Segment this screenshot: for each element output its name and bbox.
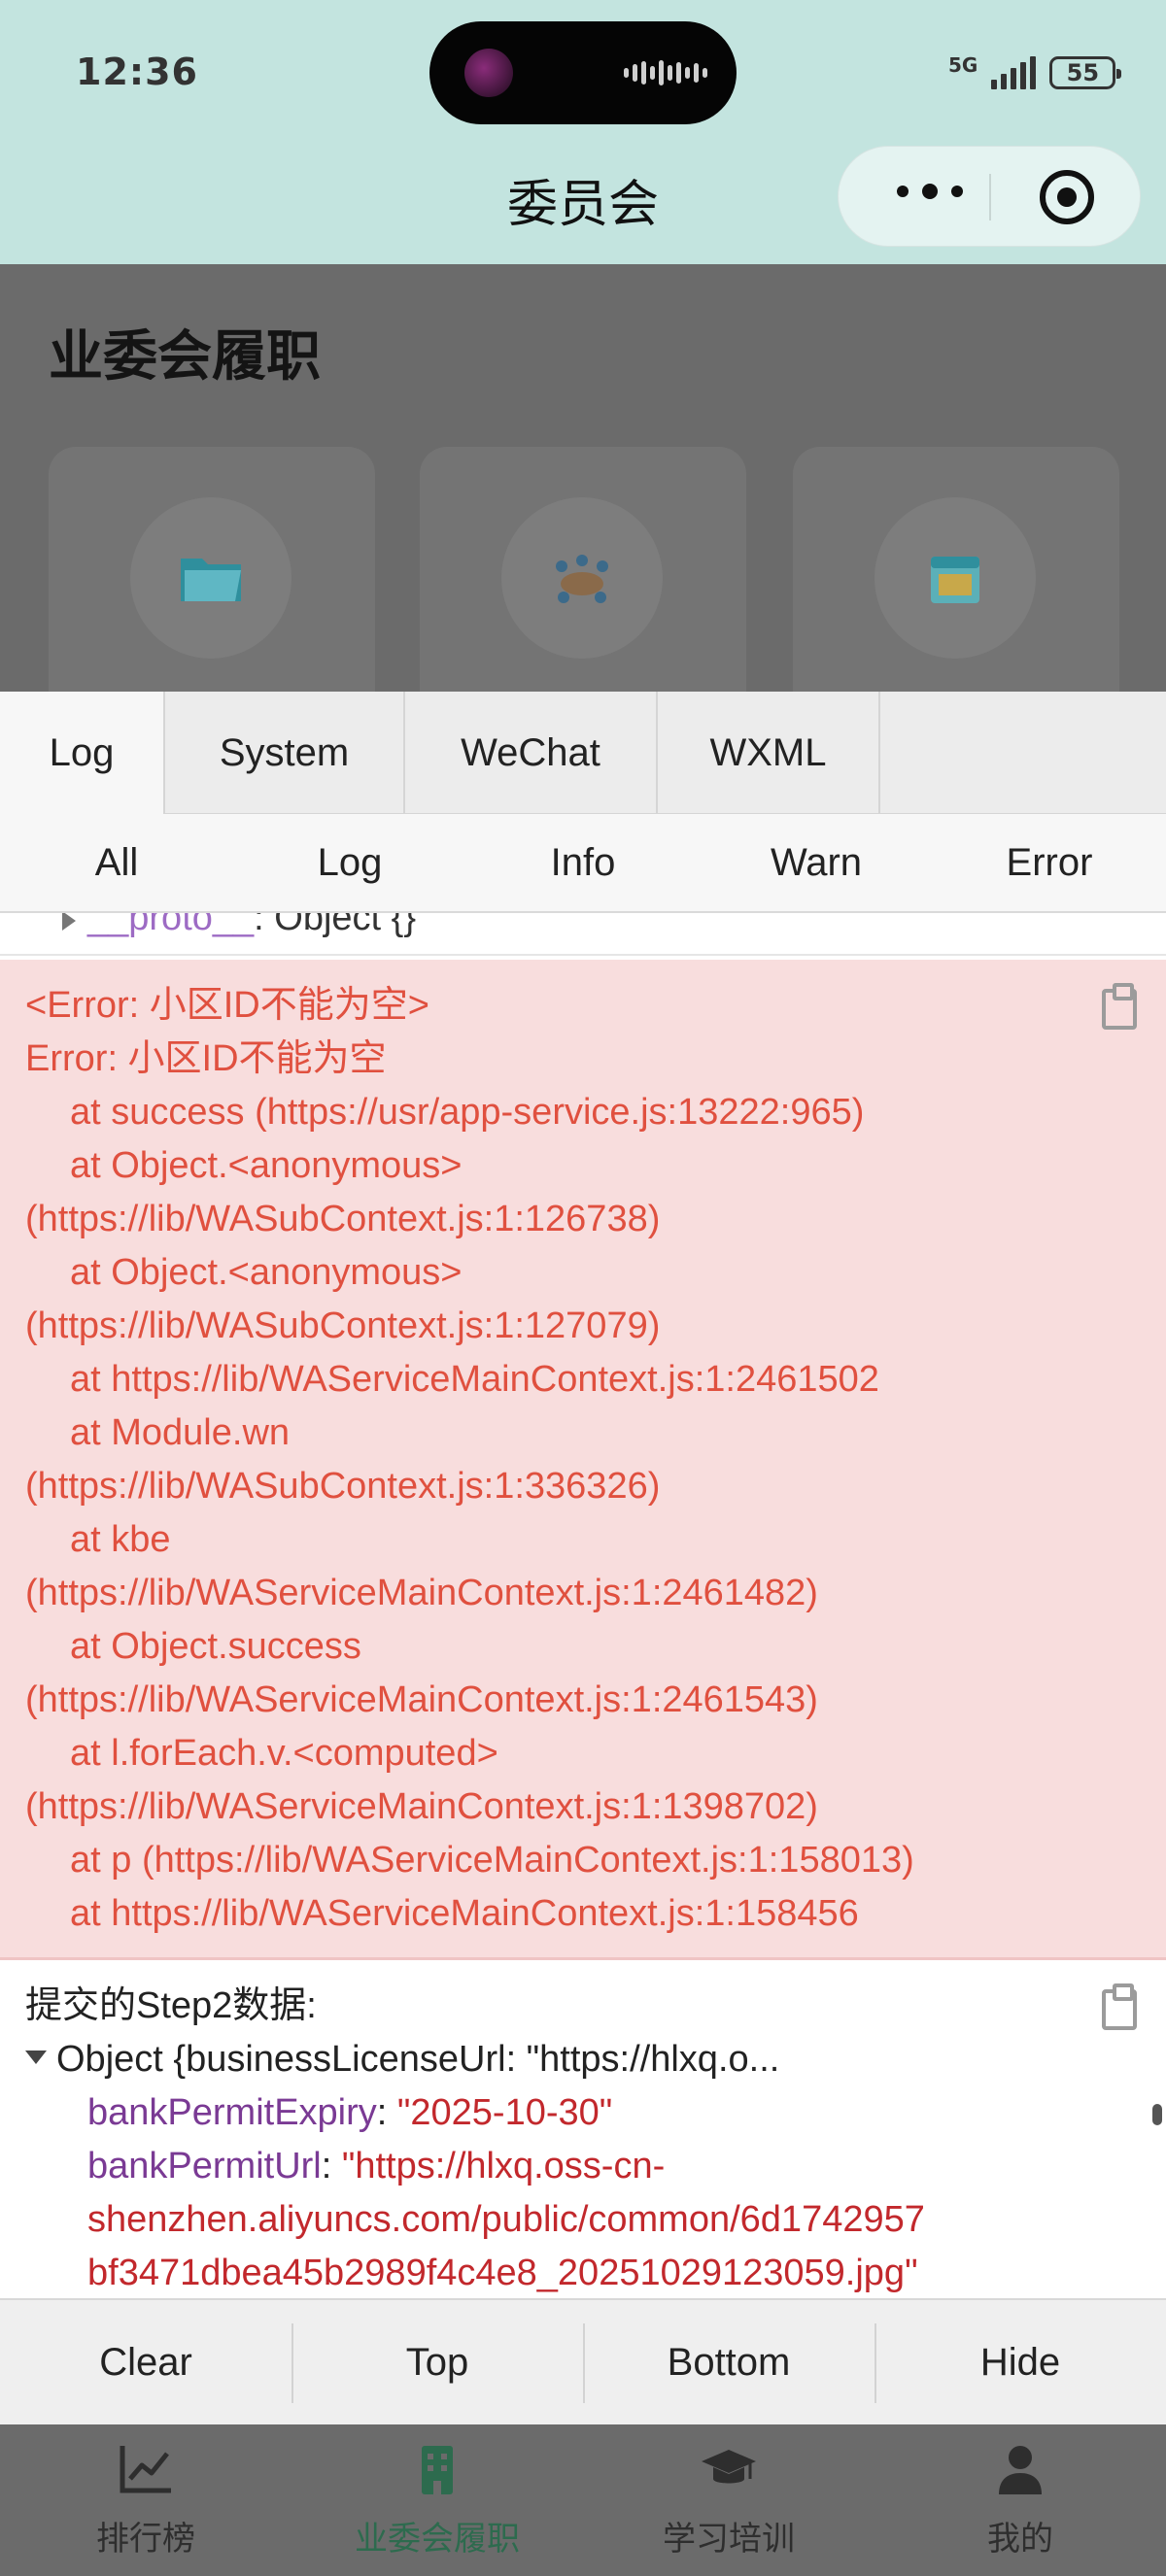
more-icon[interactable] [897, 184, 963, 199]
stack-line: at kbe [70, 1519, 171, 1560]
filter-log[interactable]: Log [233, 814, 466, 911]
tab-label: 学习培训 [663, 2520, 795, 2559]
scrollbar-thumb[interactable] [1152, 2104, 1162, 2125]
field-continuation: shenzhen.aliyuncs.com/public/common/6d17… [87, 2199, 925, 2240]
close-program-icon[interactable] [1040, 170, 1094, 224]
function-card-2[interactable] [420, 447, 746, 692]
battery-icon: 55 [1049, 56, 1122, 89]
status-time: 12:36 [76, 51, 198, 93]
error-line: Error: 小区ID不能为空 [25, 1038, 387, 1079]
graduation-cap-icon [702, 2450, 756, 2484]
battery-level: 55 [1066, 59, 1100, 86]
function-card-1[interactable] [49, 447, 375, 692]
tab-system[interactable]: System [165, 692, 405, 814]
folder-icon [181, 559, 241, 601]
proto-key: __proto__ [87, 913, 255, 938]
tab-ranking[interactable]: 排行榜 [0, 2424, 292, 2576]
error-log-entry[interactable]: <Error: 小区ID不能为空> Error: 小区ID不能为空 at suc… [0, 960, 1166, 1960]
filter-warn[interactable]: Warn [700, 814, 933, 911]
copy-icon[interactable] [1102, 983, 1137, 1030]
clear-button[interactable]: Clear [0, 2300, 292, 2424]
stack-line: at Object.<anonymous> [70, 1252, 463, 1293]
stack-line: at l.forEach.v.<computed> [70, 1733, 498, 1774]
network-type: 5G [948, 53, 978, 77]
stack-line: at Object.success [70, 1626, 361, 1667]
audio-wave-icon [624, 60, 711, 85]
tab-label: 业委会履职 [355, 2520, 520, 2559]
filter-info[interactable]: Info [466, 814, 700, 911]
chart-icon [120, 2446, 171, 2493]
proto-value: : Object {} [254, 913, 417, 938]
tab-log[interactable]: Log [0, 692, 165, 814]
user-icon [999, 2446, 1042, 2494]
music-thumbnail-icon [464, 49, 513, 97]
proto-log-row[interactable]: __proto__: Object {} [0, 913, 1166, 956]
vconsole-tabs: Log System WeChat WXML [0, 692, 1166, 814]
error-line: <Error: 小区ID不能为空> [25, 985, 429, 1026]
object-summary-row[interactable]: Object {businessLicenseUrl: "https://hlx… [25, 2033, 1141, 2086]
stack-line: (https://lib/WAServiceMainContext.js:1:2… [25, 1573, 818, 1613]
data-log-entry[interactable]: 提交的Step2数据: Object {businessLicenseUrl: … [0, 1960, 1166, 2298]
bottom-tab-bar: 排行榜 业委会履职 学习培训 我的 [0, 2424, 1166, 2576]
tab-label: 我的 [987, 2520, 1053, 2559]
copy-icon[interactable] [1102, 1983, 1137, 2030]
tab-training[interactable]: 学习培训 [583, 2424, 874, 2576]
tab-mine[interactable]: 我的 [874, 2424, 1166, 2576]
mini-program-capsule [838, 146, 1141, 247]
page-title: 业委会履职 [49, 325, 321, 389]
stack-line: (https://lib/WASubContext.js:1:127079) [25, 1305, 661, 1346]
stack-line: at success (https://usr/app-service.js:1… [70, 1092, 865, 1133]
building-icon [422, 2446, 453, 2494]
field-continuation: bf3471dbea45b2989f4c4e8_20251029123059.j… [87, 2253, 918, 2293]
function-card-3[interactable] [793, 447, 1119, 692]
tab-wechat[interactable]: WeChat [405, 692, 658, 814]
stack-line: at https://lib/WAServiceMainContext.js:1… [70, 1893, 859, 1934]
stack-line: at Object.<anonymous> [70, 1145, 463, 1186]
stack-line: (https://lib/WASubContext.js:1:126738) [25, 1199, 661, 1239]
stack-line: (https://lib/WASubContext.js:1:336326) [25, 1466, 661, 1507]
top-bar: 12:36 5G 55 委员会 [0, 0, 1166, 264]
calendar-icon [931, 557, 979, 603]
log-level-filters: All Log Info Warn Error [0, 814, 1166, 913]
page-content: 业委会履职 [0, 264, 1166, 692]
capsule-divider [989, 174, 991, 220]
meeting-icon [556, 555, 608, 603]
stack-line: (https://lib/WAServiceMainContext.js:1:2… [25, 1679, 818, 1720]
stack-line: (https://lib/WAServiceMainContext.js:1:1… [25, 1786, 818, 1827]
expand-arrow-icon[interactable] [62, 913, 76, 931]
dynamic-island [429, 21, 737, 124]
filter-all[interactable]: All [0, 814, 233, 911]
object-field: bankPermitUrl: "https://hlxq.oss-cn- [87, 2146, 666, 2186]
log-panel[interactable]: __proto__: Object {} <Error: 小区ID不能为空> E… [0, 913, 1166, 2298]
tab-label: 排行榜 [96, 2520, 195, 2559]
filter-error[interactable]: Error [933, 814, 1166, 911]
stack-line: at p (https://lib/WAServiceMainContext.j… [70, 1840, 914, 1881]
object-summary: Object {businessLicenseUrl: "https://hlx… [56, 2039, 780, 2080]
stack-line: at Module.wn [70, 1412, 291, 1453]
status-indicators: 5G 55 [948, 49, 1122, 97]
hide-button[interactable]: Hide [874, 2300, 1166, 2424]
collapse-arrow-icon[interactable] [25, 2050, 47, 2064]
tab-committee-duty[interactable]: 业委会履职 [292, 2424, 583, 2576]
stack-line: at https://lib/WAServiceMainContext.js:1… [70, 1359, 879, 1400]
object-field: bankPermitExpiry: "2025-10-30" [87, 2092, 613, 2133]
log-label: 提交的Step2数据: [25, 1985, 317, 2026]
bottom-button[interactable]: Bottom [583, 2300, 874, 2424]
signal-icon [991, 56, 1037, 89]
vconsole-actions: Clear Top Bottom Hide [0, 2298, 1166, 2424]
tab-wxml[interactable]: WXML [658, 692, 880, 814]
top-button[interactable]: Top [292, 2300, 583, 2424]
